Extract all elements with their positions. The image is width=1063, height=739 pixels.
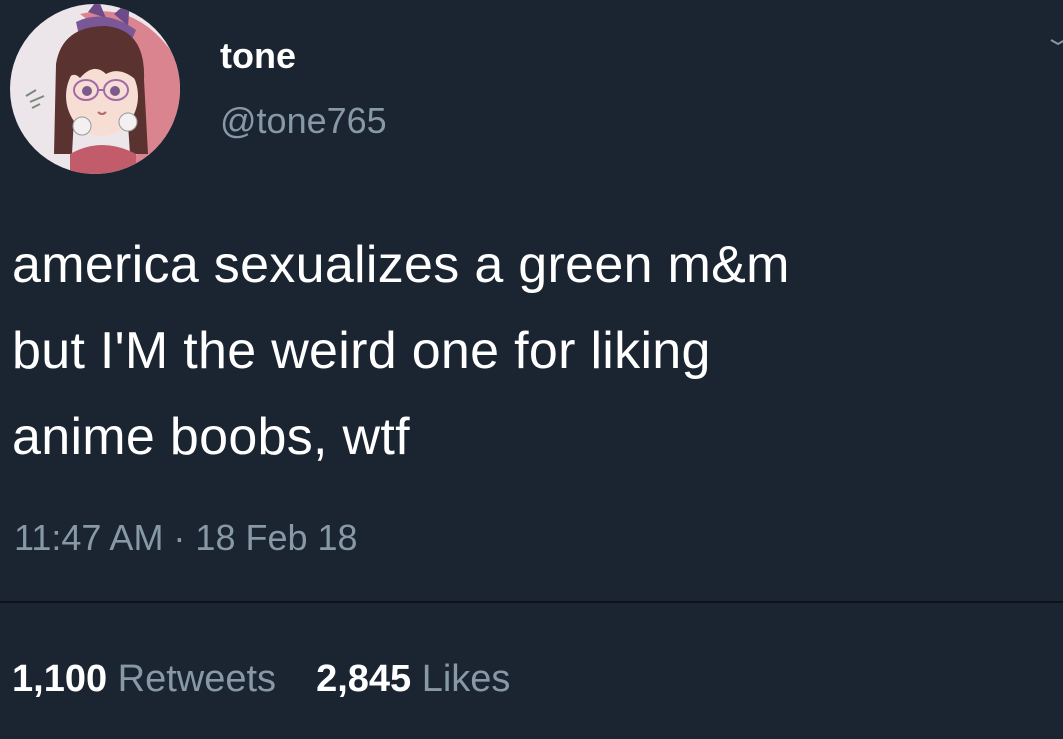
retweets-label: Retweets (117, 658, 277, 700)
tweet-text: america sexualizes a green m&m but I'M t… (12, 222, 1052, 480)
tweet-text-line: anime boobs, wtf (12, 408, 410, 466)
chevron-down-icon[interactable] (1049, 30, 1063, 50)
retweets-stat[interactable]: 1,100 Retweets (12, 658, 276, 700)
display-name[interactable]: tone (220, 34, 296, 78)
retweets-count: 1,100 (12, 658, 108, 700)
user-handle[interactable]: @tone765 (220, 99, 387, 143)
avatar[interactable] (10, 4, 180, 174)
tweet-card: tone @tone765 america sexualizes a green… (0, 0, 1063, 739)
anime-avatar-icon (10, 4, 180, 174)
tweet-stats: 1,100 Retweets 2,845 Likes (12, 656, 510, 702)
likes-count: 2,845 (316, 658, 412, 700)
tweet-timestamp[interactable]: 11:47 AM · 18 Feb 18 (14, 516, 358, 560)
divider (0, 601, 1063, 603)
tweet-text-line: america sexualizes a green m&m (12, 236, 790, 294)
likes-label: Likes (421, 658, 511, 700)
likes-stat[interactable]: 2,845 Likes (316, 658, 510, 700)
tweet-text-line: but I'M the weird one for liking (12, 322, 711, 380)
